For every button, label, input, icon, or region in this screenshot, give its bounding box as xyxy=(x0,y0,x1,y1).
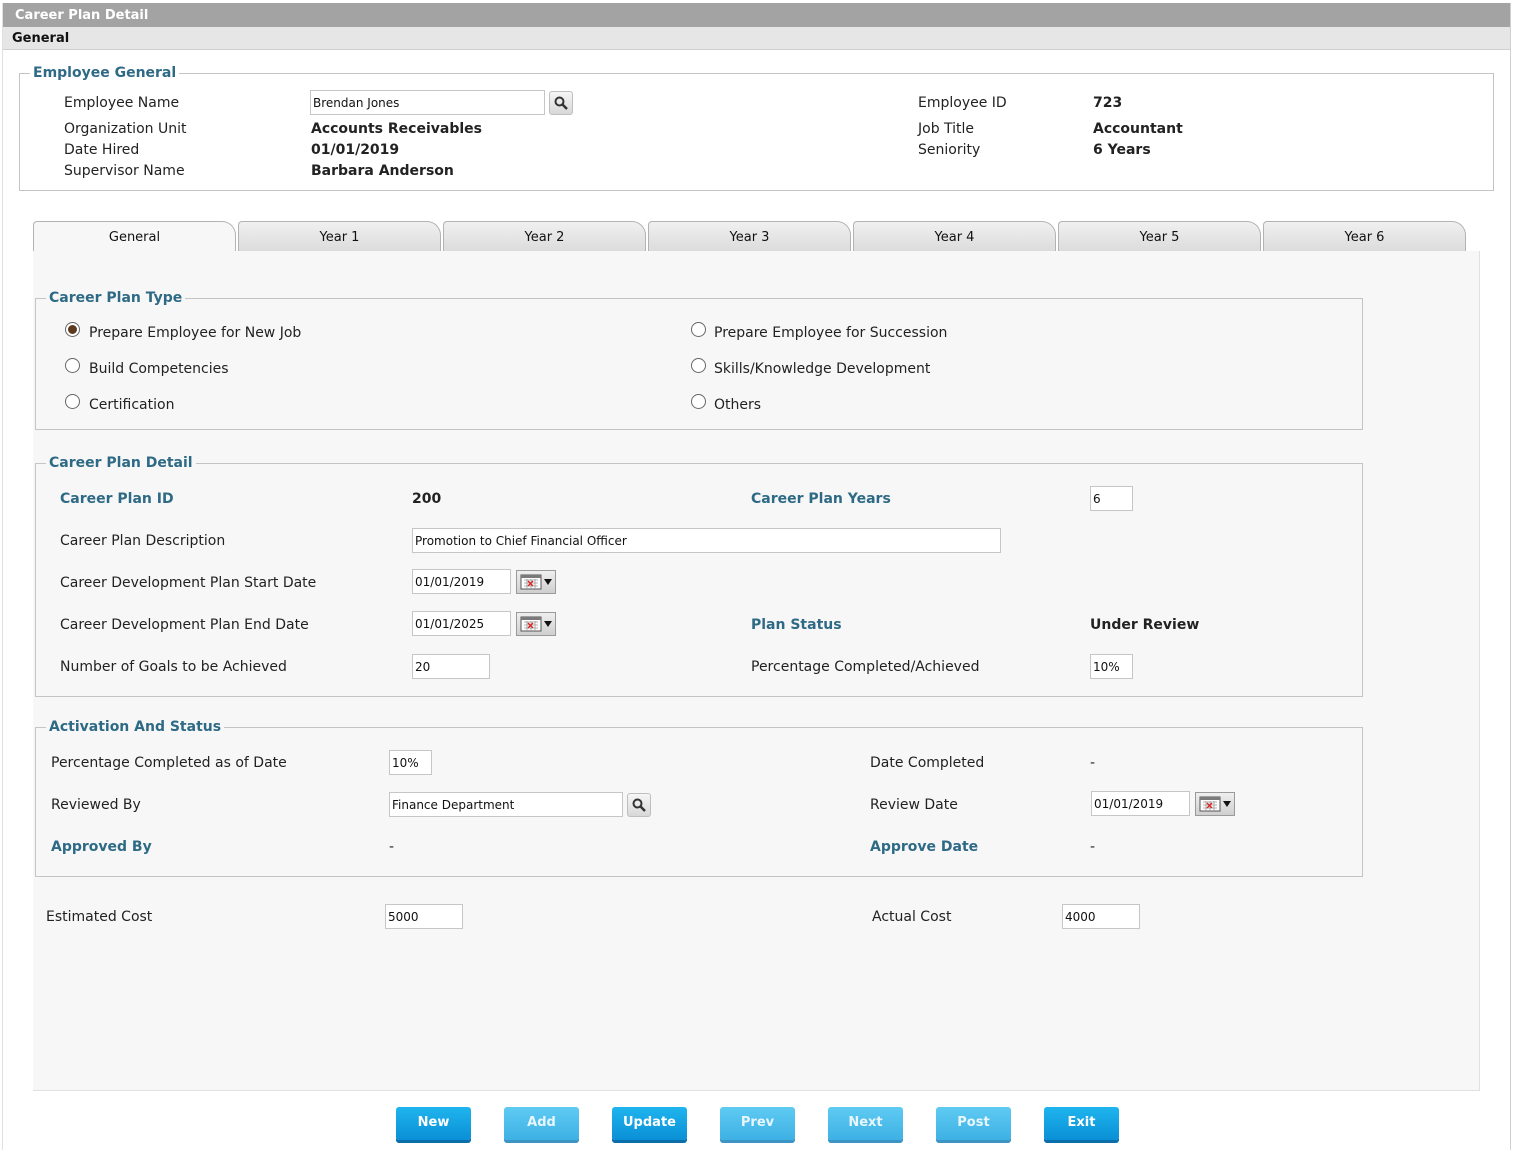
description-label: Career Plan Description xyxy=(60,533,226,549)
plan-years-label: Career Plan Years xyxy=(751,491,891,507)
employee-id-value: 723 xyxy=(1093,95,1123,111)
section-header: General xyxy=(3,27,1510,50)
approved-by-value: - xyxy=(389,839,395,855)
next-button[interactable]: Next xyxy=(828,1107,903,1140)
tab-year-1[interactable]: Year 1 xyxy=(238,221,441,251)
prev-button[interactable]: Prev xyxy=(720,1107,795,1140)
chevron-down-icon xyxy=(544,579,552,585)
employee-general-legend: Employee General xyxy=(30,65,180,81)
plan-status-label: Plan Status xyxy=(751,617,842,633)
career-plan-type-legend: Career Plan Type xyxy=(46,290,186,306)
description-input[interactable] xyxy=(412,528,1001,553)
search-icon xyxy=(554,96,568,110)
career-plan-detail-legend: Career Plan Detail xyxy=(46,455,196,471)
employee-name-input[interactable] xyxy=(310,90,545,115)
calendar-icon xyxy=(520,616,542,632)
radio-others-label: Others xyxy=(714,397,762,413)
radio-certification-label: Certification xyxy=(89,397,175,413)
tab-year-5[interactable]: Year 5 xyxy=(1058,221,1261,251)
radio-new-job-label: Prepare Employee for New Job xyxy=(89,325,302,341)
radio-skills-knowledge-label: Skills/Knowledge Development xyxy=(714,361,931,377)
employee-name-label: Employee Name xyxy=(64,95,180,111)
date-completed-label: Date Completed xyxy=(870,755,985,771)
end-date-input[interactable] xyxy=(412,611,511,636)
add-button[interactable]: Add xyxy=(504,1107,579,1140)
estimated-cost-label: Estimated Cost xyxy=(46,909,153,925)
start-date-label: Career Development Plan Start Date xyxy=(60,575,317,591)
window-right-border xyxy=(1510,3,1511,1150)
plan-status-value: Under Review xyxy=(1090,617,1200,633)
radio-others[interactable] xyxy=(691,394,706,409)
employee-id-label: Employee ID xyxy=(918,95,1007,111)
review-date-label: Review Date xyxy=(870,797,958,813)
tab-year-3[interactable]: Year 3 xyxy=(648,221,851,251)
calendar-icon xyxy=(520,574,542,590)
new-button[interactable]: New xyxy=(396,1107,471,1140)
goals-input[interactable] xyxy=(412,654,490,679)
approve-date-value: - xyxy=(1090,839,1096,855)
job-title-value: Accountant xyxy=(1093,121,1183,137)
date-hired-value: 01/01/2019 xyxy=(311,142,400,158)
seniority-label: Seniority xyxy=(918,142,981,158)
approve-date-label: Approve Date xyxy=(870,839,979,855)
radio-succession-label: Prepare Employee for Succession xyxy=(714,325,948,341)
window-left-border xyxy=(2,3,3,1150)
activation-legend: Activation And Status xyxy=(46,719,225,735)
reviewed-by-input[interactable] xyxy=(389,792,623,817)
calendar-icon xyxy=(1199,796,1221,812)
supervisor-value: Barbara Anderson xyxy=(311,163,454,179)
pct-achieved-label: Percentage Completed/Achieved xyxy=(751,659,980,675)
chevron-down-icon xyxy=(1223,801,1231,807)
start-date-input[interactable] xyxy=(412,569,511,594)
seniority-value: 6 Years xyxy=(1093,142,1151,158)
pct-as-of-date-label: Percentage Completed as of Date xyxy=(51,755,287,771)
date-completed-value: - xyxy=(1090,755,1096,771)
date-hired-label: Date Hired xyxy=(64,142,140,158)
update-button[interactable]: Update xyxy=(612,1107,687,1140)
radio-build-competencies[interactable] xyxy=(65,358,80,373)
end-date-calendar-button[interactable] xyxy=(516,612,556,636)
end-date-label: Career Development Plan End Date xyxy=(60,617,309,633)
job-title-label: Job Title xyxy=(918,121,975,137)
tab-year-2[interactable]: Year 2 xyxy=(443,221,646,251)
tab-year-6[interactable]: Year 6 xyxy=(1263,221,1466,251)
plan-id-value: 200 xyxy=(412,491,442,507)
radio-succession[interactable] xyxy=(691,322,706,337)
post-button[interactable]: Post xyxy=(936,1107,1011,1140)
org-unit-value: Accounts Receivables xyxy=(311,121,482,137)
chevron-down-icon xyxy=(544,621,552,627)
reviewed-by-search-button[interactable] xyxy=(627,793,651,817)
reviewed-by-label: Reviewed By xyxy=(51,797,141,813)
plan-years-input[interactable] xyxy=(1090,486,1133,511)
exit-button[interactable]: Exit xyxy=(1044,1107,1119,1140)
pct-achieved-input[interactable] xyxy=(1090,654,1133,679)
plan-id-label: Career Plan ID xyxy=(60,491,174,507)
supervisor-label: Supervisor Name xyxy=(64,163,185,179)
employee-general-fieldset xyxy=(19,73,1494,191)
tab-year-4[interactable]: Year 4 xyxy=(853,221,1056,251)
goals-label: Number of Goals to be Achieved xyxy=(60,659,287,675)
search-icon xyxy=(632,798,646,812)
employee-search-button[interactable] xyxy=(549,91,573,115)
radio-new-job[interactable] xyxy=(65,322,80,337)
radio-build-competencies-label: Build Competencies xyxy=(89,361,229,377)
approved-by-label: Approved By xyxy=(51,839,152,855)
estimated-cost-input[interactable] xyxy=(385,904,463,929)
start-date-calendar-button[interactable] xyxy=(516,570,556,594)
actual-cost-input[interactable] xyxy=(1062,904,1140,929)
actual-cost-label: Actual Cost xyxy=(872,909,952,925)
review-date-calendar-button[interactable] xyxy=(1195,792,1235,816)
org-unit-label: Organization Unit xyxy=(64,121,187,137)
tab-general[interactable]: General xyxy=(33,221,236,252)
radio-skills-knowledge[interactable] xyxy=(691,358,706,373)
radio-certification[interactable] xyxy=(65,394,80,409)
pct-as-of-date-input[interactable] xyxy=(389,750,432,775)
review-date-input[interactable] xyxy=(1091,791,1190,816)
window-title: Career Plan Detail xyxy=(3,3,1510,27)
